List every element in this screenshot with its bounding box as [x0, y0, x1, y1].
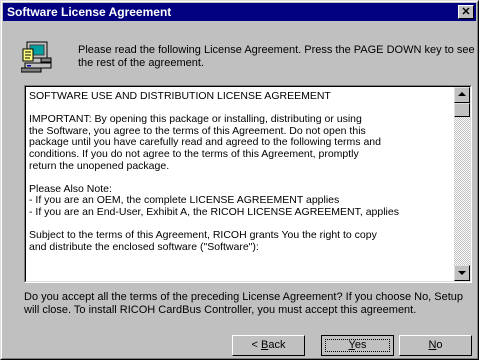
- license-dialog: Software License Agreement ✕ Please read…: [0, 0, 479, 360]
- focus-rect: [325, 339, 390, 352]
- back-button[interactable]: < Back: [232, 335, 305, 356]
- instruction-line: Please read the following License Agreem…: [78, 44, 475, 56]
- close-icon: ✕: [461, 6, 471, 18]
- agreement-line: - If you are an End-User, Exhibit A, the…: [29, 205, 399, 218]
- license-text-frame: SOFTWARE USE AND DISTRIBUTION LICENSE AG…: [25, 86, 471, 282]
- back-button-prefix: <: [251, 339, 261, 351]
- no-button-label: o: [436, 339, 443, 351]
- agreement-paragraph: Subject to the terms of this Agreement, …: [29, 230, 451, 253]
- arrow-down-icon: [458, 271, 466, 275]
- agreement-paragraph: Please Also Note: - If you are an OEM, th…: [29, 183, 451, 219]
- instruction-text: Please read the following License Agreem…: [78, 44, 475, 70]
- arrow-up-icon: [458, 92, 466, 96]
- question-line: will close. To install RICOH CardBus Con…: [24, 304, 417, 316]
- agreement-paragraph: IMPORTANT: By opening this package or in…: [29, 114, 451, 172]
- question-line: Do you accept all the terms of the prece…: [24, 291, 464, 303]
- license-text-area[interactable]: SOFTWARE USE AND DISTRIBUTION LICENSE AG…: [24, 85, 472, 283]
- scroll-up-button[interactable]: [454, 87, 470, 103]
- yes-button[interactable]: Yes: [321, 335, 394, 356]
- agreement-line: conditions. If you do not agree to the t…: [29, 147, 359, 160]
- scroll-down-button[interactable]: [454, 265, 470, 281]
- install-computer-icon: [21, 41, 52, 73]
- accept-question: Do you accept all the terms of the prece…: [24, 291, 479, 317]
- agreement-line: return the unopened package.: [29, 159, 170, 172]
- window-title: Software License Agreement: [7, 5, 172, 19]
- vertical-scrollbar[interactable]: [454, 87, 470, 281]
- agreement-paragraph: SOFTWARE USE AND DISTRIBUTION LICENSE AG…: [29, 90, 451, 103]
- title-bar[interactable]: Software License Agreement ✕: [3, 3, 476, 21]
- back-button-label: ack: [268, 339, 286, 351]
- agreement-line: SOFTWARE USE AND DISTRIBUTION LICENSE AG…: [29, 90, 331, 102]
- agreement-line: Subject to the terms of this Agreement, …: [29, 229, 377, 242]
- scroll-thumb[interactable]: [454, 103, 470, 117]
- license-text: SOFTWARE USE AND DISTRIBUTION LICENSE AG…: [29, 90, 451, 265]
- close-button[interactable]: ✕: [458, 5, 474, 19]
- agreement-line: and distribute the enclosed software ("S…: [29, 240, 259, 253]
- instruction-line: the rest of the agreement.: [78, 57, 204, 69]
- no-button[interactable]: No: [399, 335, 472, 356]
